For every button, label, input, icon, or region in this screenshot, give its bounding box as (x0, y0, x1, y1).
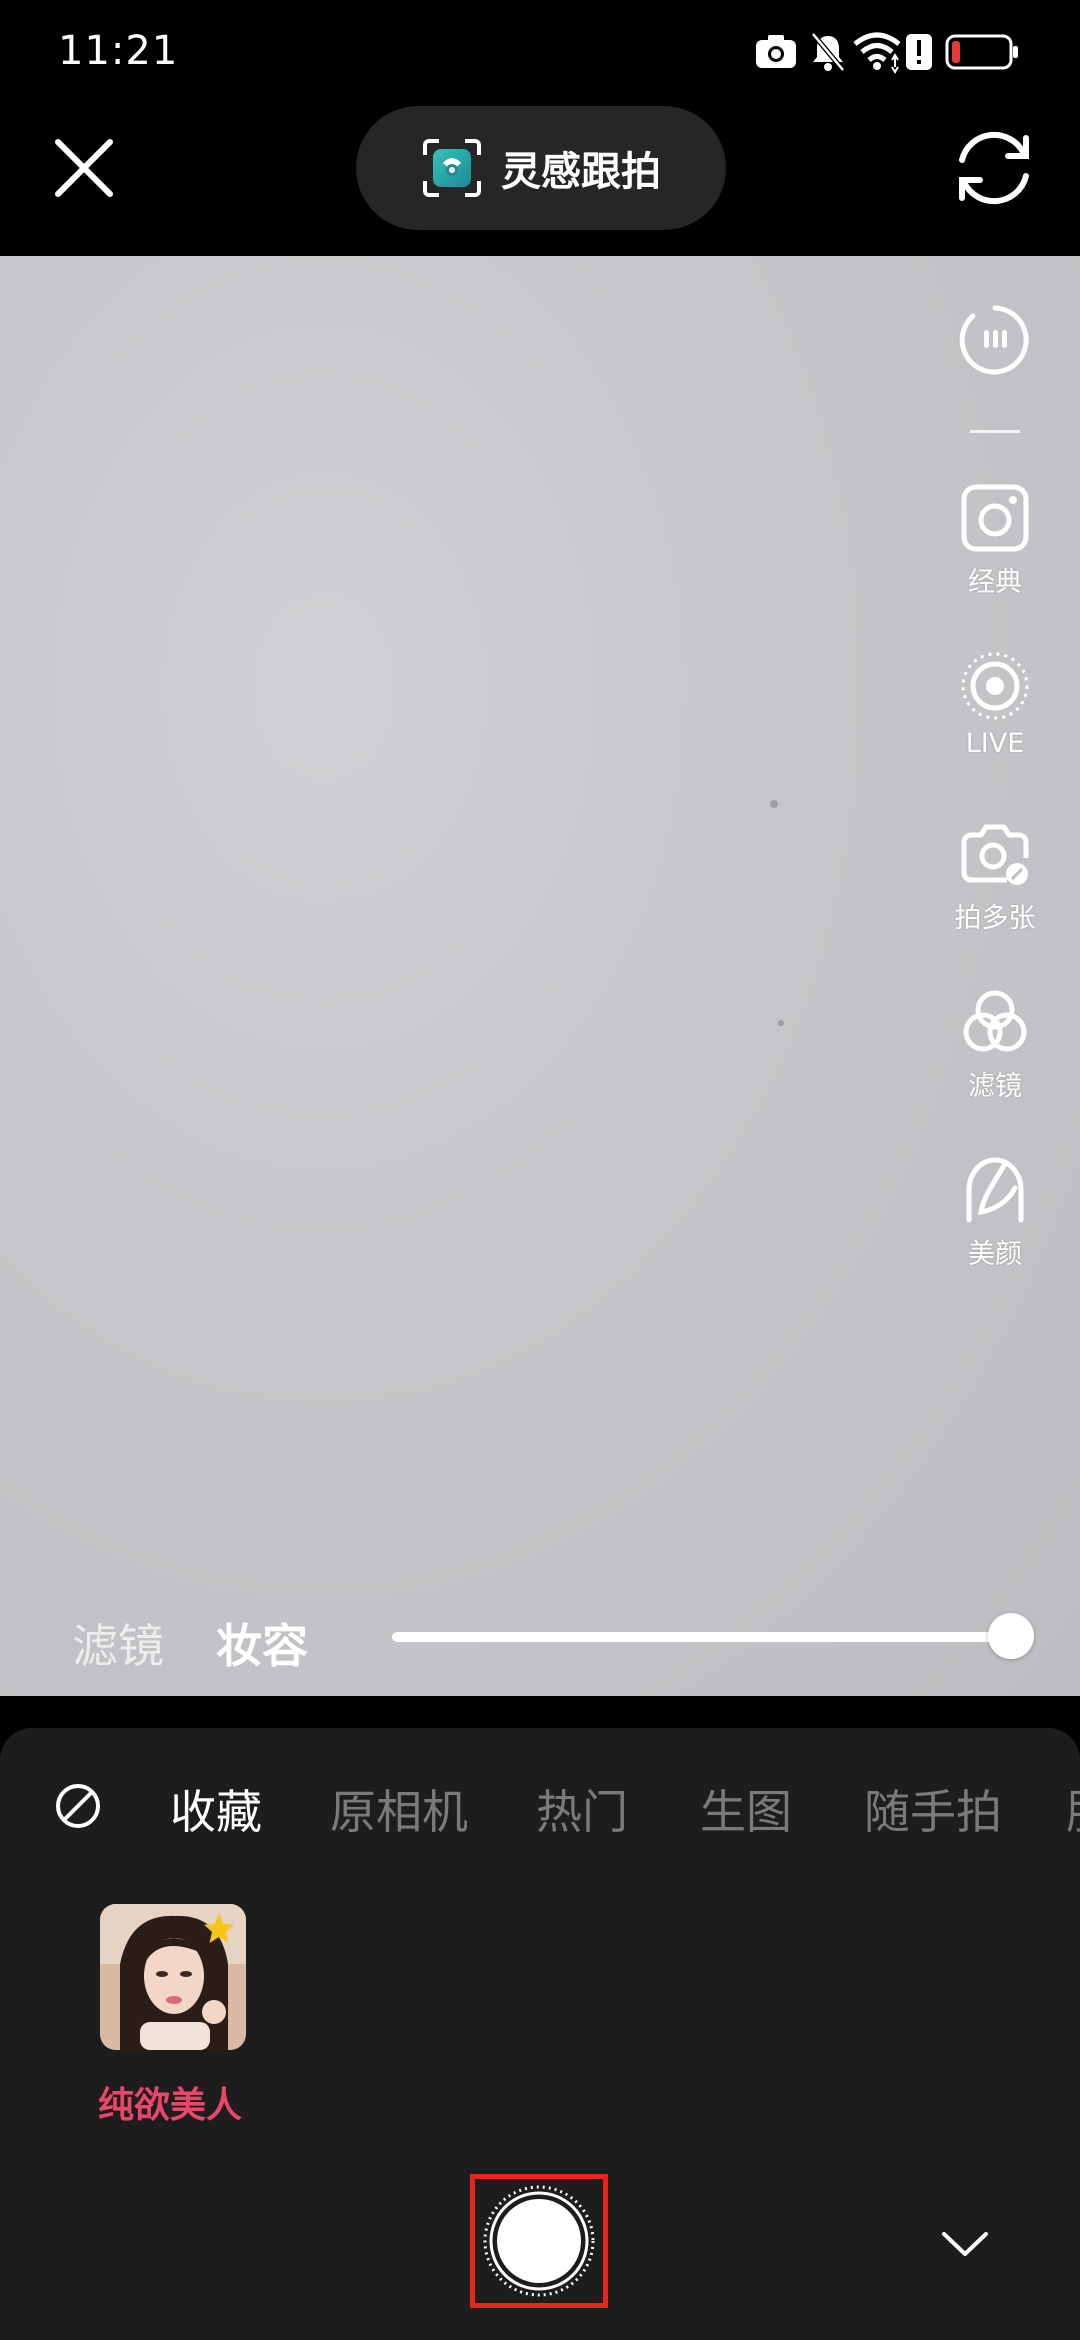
style-thumbnail[interactable] (100, 1904, 246, 2050)
tool-filter[interactable]: 滤镜 (950, 986, 1040, 1103)
camera-flip-button[interactable] (952, 126, 1036, 210)
multi-shot-icon (961, 824, 1029, 885)
camera-viewfinder[interactable] (0, 256, 1080, 1696)
tool-live-label: LIVE (965, 728, 1025, 759)
battery-icon (945, 34, 1018, 70)
close-button[interactable] (46, 130, 122, 206)
toolbar-divider (970, 430, 1020, 433)
wifi-icon (853, 32, 901, 74)
category-skin[interactable]: 肤 (1066, 1776, 1080, 1842)
beauty-icon (966, 1157, 1024, 1223)
mute-icon (811, 32, 845, 72)
no-style-button[interactable] (54, 1782, 102, 1830)
tool-beauty-label: 美颜 (968, 1239, 1022, 1270)
alert-icon (906, 34, 932, 70)
status-time: 11:21 (58, 28, 179, 74)
viewfinder-speck (770, 800, 778, 808)
live-icon (961, 652, 1029, 720)
camera-icon (756, 35, 796, 68)
collapse-panel-button[interactable] (940, 2218, 990, 2268)
tool-classic-label: 经典 (968, 567, 1022, 598)
viewfinder-speck (778, 1020, 784, 1026)
tab-filter[interactable]: 滤镜 (72, 1610, 164, 1676)
inspiration-logo-icon (423, 139, 481, 197)
camera-flip-icon (959, 131, 1029, 205)
inspiration-follow-shoot-button[interactable]: 灵感跟拍 (356, 106, 726, 230)
shutter-button[interactable] (482, 2184, 596, 2298)
style-label: 纯欲美人 (98, 2085, 243, 2126)
chevron-down-icon (942, 2232, 988, 2256)
category-favorites[interactable]: 收藏 (170, 1776, 262, 1842)
tool-beauty[interactable]: 美颜 (950, 1154, 1040, 1271)
filter-icon (963, 990, 1027, 1052)
intensity-slider-thumb[interactable] (988, 1613, 1034, 1659)
classic-frame-icon (961, 484, 1029, 552)
none-icon (56, 1784, 100, 1828)
tool-multi-shot-label: 拍多张 (954, 903, 1036, 934)
more-icon (959, 305, 1029, 375)
tool-live[interactable]: LIVE (950, 650, 1040, 759)
category-generated[interactable]: 生图 (700, 1776, 792, 1842)
intensity-slider-track[interactable] (392, 1632, 1012, 1642)
tab-makeup[interactable]: 妆容 (216, 1610, 308, 1676)
tool-filter-label: 滤镜 (968, 1071, 1022, 1102)
tool-multi-shot[interactable]: 拍多张 (950, 818, 1040, 935)
favorite-star-icon (204, 1914, 234, 1943)
category-casual[interactable]: 随手拍 (864, 1776, 1002, 1842)
close-icon (55, 139, 113, 197)
page-title: 灵感跟拍 (501, 149, 661, 195)
tool-classic[interactable]: 经典 (950, 482, 1040, 599)
category-original-camera[interactable]: 原相机 (330, 1776, 468, 1842)
tool-more[interactable] (950, 304, 1040, 376)
category-popular[interactable]: 热门 (536, 1776, 628, 1842)
